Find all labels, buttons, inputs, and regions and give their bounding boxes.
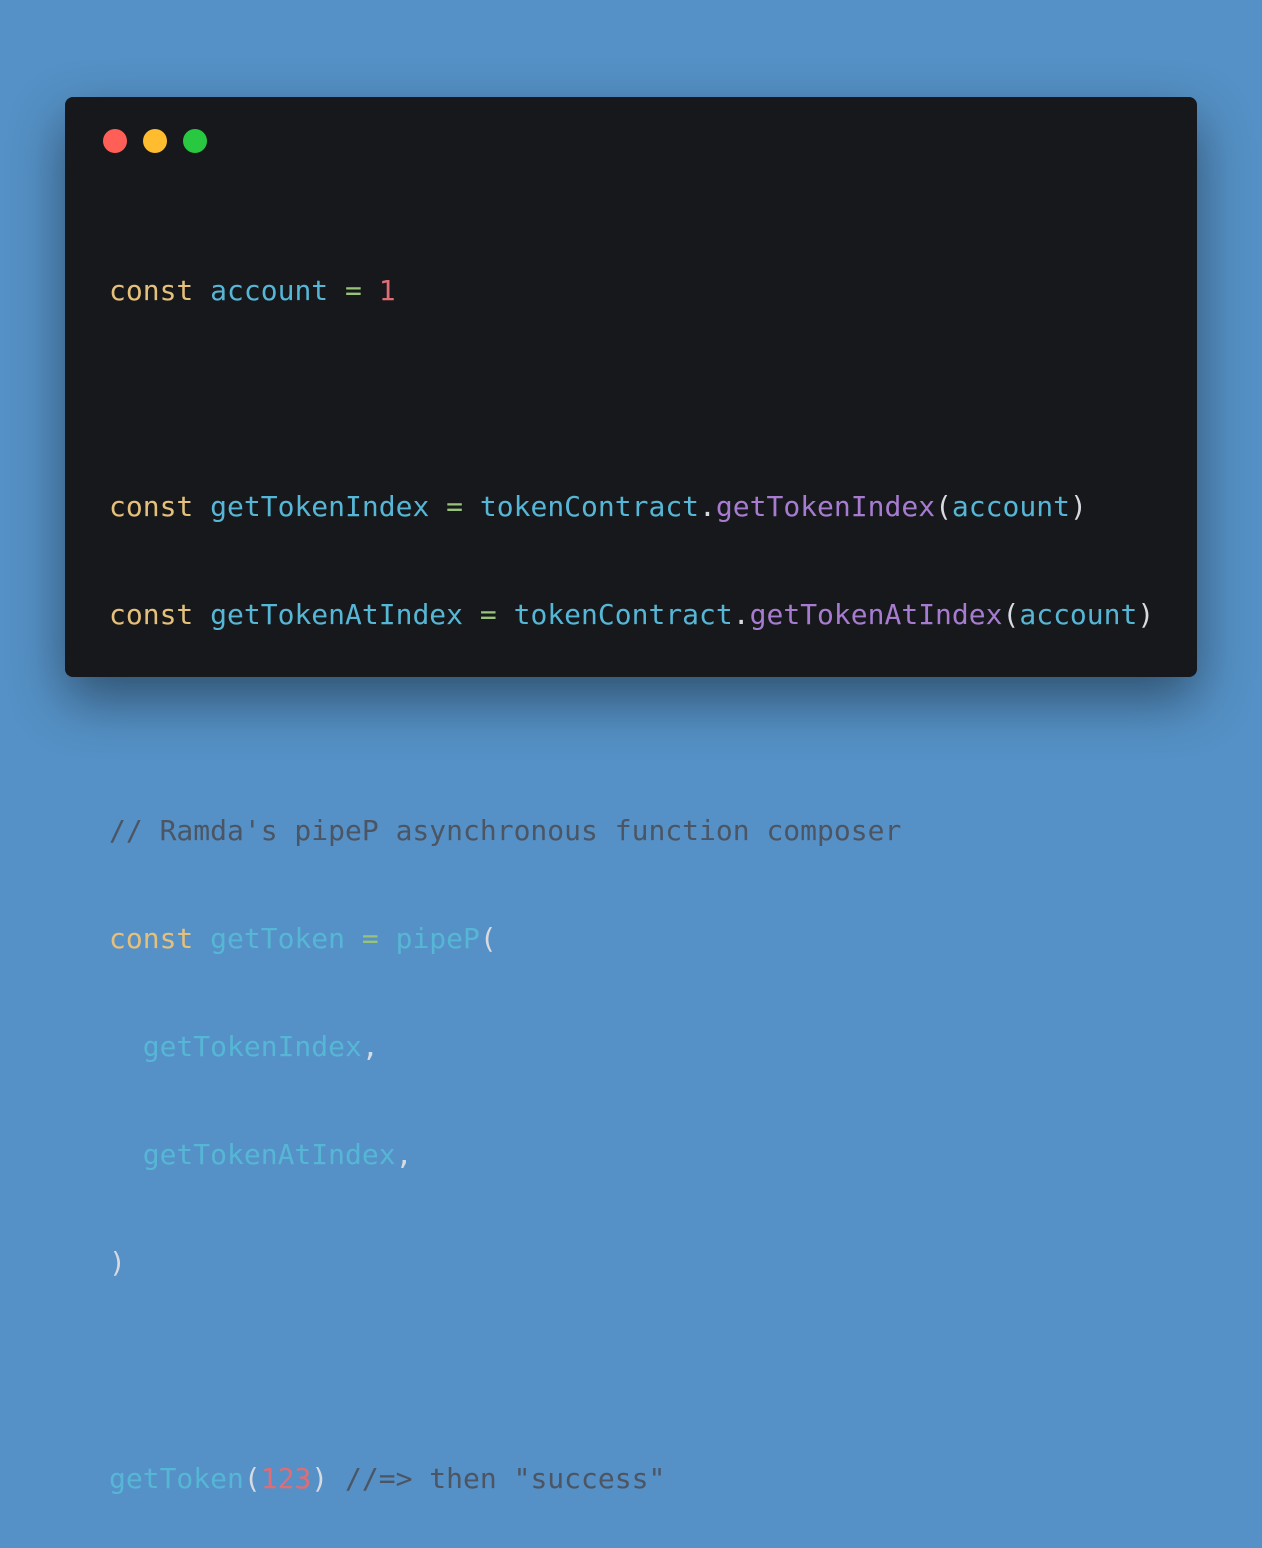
window-controls — [103, 129, 207, 153]
comment: //=> then "success" — [345, 1462, 666, 1495]
code-line-6: // Ramda's pipeP asynchronous function c… — [109, 813, 1154, 849]
keyword: const — [109, 922, 194, 955]
comment: // Ramda's pipeP asynchronous function c… — [109, 814, 902, 847]
close-paren: ) — [1069, 490, 1087, 523]
code-line-7: const getToken = pipeP( — [109, 921, 1154, 957]
close-paren: ) — [1137, 598, 1155, 631]
code-line-4: const getTokenAtIndex = tokenContract.ge… — [109, 597, 1154, 633]
code-line-3: const getTokenIndex = tokenContract.getT… — [109, 489, 1154, 525]
method-name: getTokenIndex — [715, 490, 936, 523]
function-call: pipeP — [395, 922, 480, 955]
dot: . — [732, 598, 750, 631]
open-paren: ( — [479, 922, 497, 955]
number-literal: 123 — [260, 1462, 312, 1495]
operator: = — [479, 598, 497, 631]
code-line-1: const account = 1 — [109, 273, 1154, 309]
comma: , — [361, 1030, 379, 1063]
argument: getTokenAtIndex — [142, 1138, 396, 1171]
minimize-dot-icon[interactable] — [143, 129, 167, 153]
number-literal: 1 — [378, 274, 396, 307]
maximize-dot-icon[interactable] — [183, 129, 207, 153]
operator: = — [345, 274, 362, 307]
close-paren: ) — [109, 1246, 126, 1279]
code-line-8: getTokenIndex, — [109, 1029, 1154, 1065]
identifier: account — [210, 274, 329, 307]
operator: = — [446, 490, 464, 523]
object-identifier: tokenContract — [513, 598, 733, 631]
identifier: getTokenAtIndex — [210, 598, 464, 631]
function-call: getToken — [109, 1462, 244, 1495]
code-line-2-blank — [109, 381, 1154, 417]
code-window: const account = 1 const getTokenIndex = … — [65, 97, 1197, 1495]
identifier: getToken — [210, 922, 346, 955]
code-line-5-blank — [109, 705, 1154, 741]
open-paren: ( — [1002, 598, 1020, 631]
code-line-10: ) — [109, 1245, 1154, 1281]
open-paren: ( — [935, 490, 952, 523]
method-name: getTokenAtIndex — [749, 598, 1003, 631]
close-dot-icon[interactable] — [103, 129, 127, 153]
close-paren: ) — [311, 1462, 329, 1495]
keyword: const — [109, 490, 194, 523]
keyword: const — [109, 598, 194, 631]
code-block: const account = 1 const getTokenIndex = … — [109, 201, 1154, 1548]
code-line-12: getToken(123) //=> then "success" — [109, 1461, 1154, 1497]
dot: . — [699, 490, 716, 523]
operator: = — [361, 922, 379, 955]
identifier: getTokenIndex — [210, 490, 430, 523]
argument: getTokenIndex — [142, 1030, 362, 1063]
code-line-11-blank — [109, 1353, 1154, 1389]
code-line-9: getTokenAtIndex, — [109, 1137, 1154, 1173]
keyword: const — [109, 274, 194, 307]
open-paren: ( — [243, 1462, 261, 1495]
comma: , — [395, 1138, 413, 1171]
argument: account — [1019, 598, 1138, 631]
argument: account — [951, 490, 1070, 523]
object-identifier: tokenContract — [479, 490, 700, 523]
